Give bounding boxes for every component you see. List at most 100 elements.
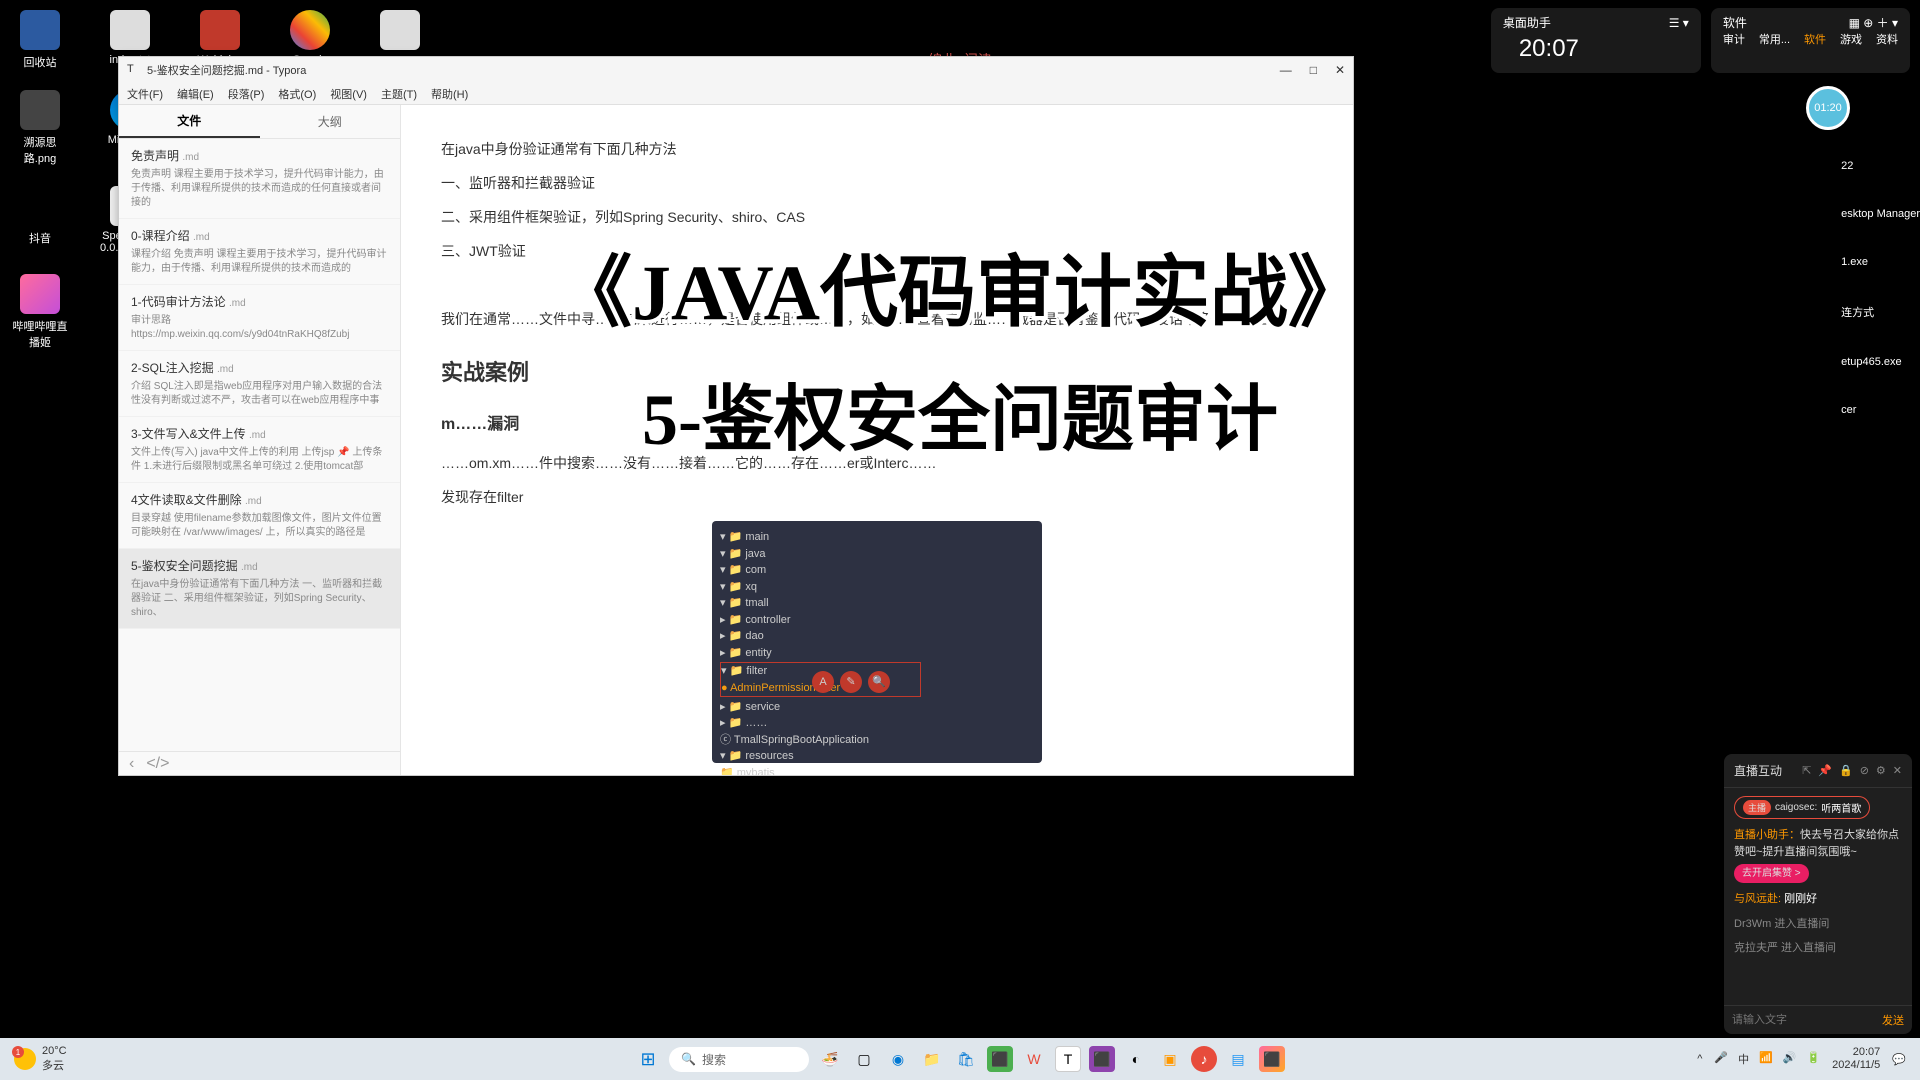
- tb-app-3[interactable]: ⬛: [1089, 1046, 1115, 1072]
- overlay-title-1: 《JAVA代码审计实战》: [554, 230, 1366, 342]
- tb-edge[interactable]: ◉: [885, 1046, 911, 1072]
- menu-theme[interactable]: 主题(T): [381, 86, 417, 102]
- tray-battery-icon[interactable]: 🔋: [1806, 1051, 1820, 1067]
- desktop-icon-bilibili[interactable]: 哔哩哔哩直播姬: [10, 274, 70, 350]
- live-input-row: 发送: [1724, 1005, 1912, 1034]
- search-icon: 🔍: [681, 1052, 696, 1066]
- live-start-like-button[interactable]: 去开启集赞 >: [1734, 864, 1809, 883]
- sidebar-file-item[interactable]: 4文件读取&文件删除 .md目录穿越 使用filename参数加载图像文件，图片…: [119, 483, 400, 549]
- sidebar-file-list: 免责声明 .md免责声明 课程主要用于技术学习，提升代码审计能力，由于传播、利用…: [119, 139, 400, 751]
- taskbar-clock[interactable]: 20:07 2024/11/5: [1832, 1046, 1880, 1072]
- search-icon: 🔍: [868, 671, 890, 693]
- minimize-button[interactable]: —: [1280, 63, 1292, 77]
- typora-menubar: 文件(F) 编辑(E) 段落(P) 格式(O) 视图(V) 主题(T) 帮助(H…: [119, 83, 1353, 105]
- menu-format[interactable]: 格式(O): [278, 86, 316, 102]
- menu-edit[interactable]: 编辑(E): [177, 86, 214, 102]
- widget-tabs: 审计 常用... 软件 游戏 资料: [1723, 31, 1898, 47]
- tab-data[interactable]: 资料: [1876, 31, 1898, 47]
- menu-help[interactable]: 帮助(H): [431, 86, 468, 102]
- sidebar-file-item[interactable]: 1-代码审计方法论 .md审计思路 https://mp.weixin.qq.c…: [119, 285, 400, 351]
- live-send-button[interactable]: 发送: [1882, 1012, 1904, 1028]
- sidebar-tab-outline[interactable]: 大纲: [260, 105, 401, 138]
- tray-mic-icon[interactable]: 🎤: [1714, 1051, 1728, 1067]
- desktop-icon-douyin[interactable]: 抖音: [10, 186, 70, 254]
- desktop-icon-trace[interactable]: 溯源思路.png: [10, 90, 70, 166]
- live-chat-panel: 直播互动 ⇱ 📌 🔒 ⊘ ⚙ ✕ 主播 caigosec: 听两首歌 直播小助手…: [1724, 754, 1912, 1034]
- tray-ime-icon[interactable]: 中: [1738, 1051, 1749, 1067]
- tb-chrome[interactable]: ◐: [1123, 1046, 1149, 1072]
- sidebar-file-item[interactable]: 3-文件写入&文件上传 .md文件上传(写入) java中文件上传的利用 上传j…: [119, 417, 400, 483]
- live-settings-icon[interactable]: ⚙: [1876, 764, 1886, 777]
- start-button[interactable]: ⊞: [635, 1046, 661, 1072]
- widget-grid-icon[interactable]: ▦ ⊕ ＋ ▾: [1849, 14, 1898, 31]
- tab-common[interactable]: 常用...: [1759, 31, 1790, 47]
- typora-titlebar[interactable]: T 5-鉴权安全问题挖掘.md - Typora — □ ✕: [119, 57, 1353, 83]
- tb-netease[interactable]: ♪: [1191, 1046, 1217, 1072]
- tb-app-4[interactable]: ▣: [1157, 1046, 1183, 1072]
- live-lock-icon[interactable]: 🔒: [1839, 764, 1853, 777]
- tb-store[interactable]: 🛍: [953, 1046, 979, 1072]
- back-icon[interactable]: ‹: [129, 755, 134, 773]
- tb-app-6[interactable]: ⬛: [1259, 1046, 1285, 1072]
- sidebar-file-item[interactable]: 0-课程介绍 .md课程介绍 免责声明 课程主要用于技术学习，提升代码审计能力，…: [119, 219, 400, 285]
- desktop-icon-recycle[interactable]: 回收站: [10, 10, 70, 70]
- typora-app-icon: T: [127, 63, 141, 77]
- live-close-icon[interactable]: ✕: [1893, 764, 1902, 777]
- sidebar-file-item[interactable]: 5-鉴权安全问题挖掘 .md在java中身份验证通常有下面几种方法 一、监听器和…: [119, 549, 400, 629]
- menu-view[interactable]: 视图(V): [330, 86, 367, 102]
- menu-file[interactable]: 文件(F): [127, 86, 163, 102]
- right-partial-icons: 22 esktop Manager 1.exe 连方式 etup465.exe …: [1841, 160, 1920, 416]
- tab-software[interactable]: 软件: [1804, 31, 1826, 47]
- taskbar: 1 20°C 多云 ⊞ 🔍 搜索 🍜 ▢ ◉ 📁 🛍 ⬛ W T ⬛ ◐ ▣ ♪…: [0, 1038, 1920, 1080]
- live-popout-icon[interactable]: ⇱: [1802, 764, 1811, 777]
- taskbar-center: ⊞ 🔍 搜索 🍜 ▢ ◉ 📁 🛍 ⬛ W T ⬛ ◐ ▣ ♪ ▤ ⬛: [635, 1046, 1285, 1072]
- tray-volume-icon[interactable]: 🔊: [1783, 1051, 1797, 1067]
- menu-paragraph[interactable]: 段落(P): [228, 86, 265, 102]
- live-body: 主播 caigosec: 听两首歌 直播小助手：快去号召大家给你点赞吧~提升直播…: [1724, 788, 1912, 1005]
- live-header: 直播互动 ⇱ 📌 🔒 ⊘ ⚙ ✕: [1724, 754, 1912, 788]
- live-helper-msg: 直播小助手：快去号召大家给你点赞吧~提升直播间氛围哦~ 去开启集赞 >: [1734, 827, 1902, 883]
- typora-sidebar: 文件 大纲 免责声明 .md免责声明 课程主要用于技术学习，提升代码审计能力，由…: [119, 105, 401, 775]
- live-title: 直播互动: [1734, 762, 1802, 779]
- maximize-button[interactable]: □: [1310, 63, 1317, 77]
- taskbar-weather[interactable]: 1 20°C 多云: [14, 1045, 67, 1073]
- taskbar-search[interactable]: 🔍 搜索: [669, 1047, 809, 1072]
- editor-code-screenshot: ▾ 📁 main ▾ 📁 java ▾ 📁 com ▾ 📁 xq ▾ 📁 tma…: [712, 521, 1042, 763]
- tab-audit[interactable]: 审计: [1723, 31, 1745, 47]
- editor-p2[interactable]: 一、监听器和拦截器验证: [441, 169, 1313, 197]
- tb-app-5[interactable]: ▤: [1225, 1046, 1251, 1072]
- editor-p3[interactable]: 二、采用组件框架验证，列如Spring Security、shiro、CAS: [441, 203, 1313, 231]
- tb-app-1[interactable]: 🍜: [817, 1046, 843, 1072]
- typora-title: 5-鉴权安全问题挖掘.md - Typora: [147, 62, 1280, 78]
- live-pin-icon[interactable]: 📌: [1818, 764, 1832, 777]
- widget-clock: 20:07: [1503, 31, 1689, 67]
- circle-timer[interactable]: 01:20: [1806, 86, 1850, 130]
- tb-explorer[interactable]: 📁: [919, 1046, 945, 1072]
- weather-icon: 1: [14, 1048, 36, 1070]
- live-msg-1: 与风远赴: 刚刚好: [1734, 891, 1902, 908]
- tb-app-2[interactable]: ⬛: [987, 1046, 1013, 1072]
- sidebar-tab-files[interactable]: 文件: [119, 105, 260, 138]
- widget-assistant[interactable]: 桌面助手 ☰ ▾ 20:07: [1491, 8, 1701, 73]
- tray-notification-icon[interactable]: 💬: [1892, 1053, 1906, 1066]
- tb-typora[interactable]: T: [1055, 1046, 1081, 1072]
- close-button[interactable]: ✕: [1335, 63, 1345, 77]
- sidebar-file-item[interactable]: 免责声明 .md免责声明 课程主要用于技术学习，提升代码审计能力，由于传播、利用…: [119, 139, 400, 219]
- code-icon[interactable]: </>: [146, 755, 169, 773]
- tray-wifi-icon[interactable]: 📶: [1759, 1051, 1773, 1067]
- live-filter-icon[interactable]: ⊘: [1860, 764, 1869, 777]
- live-text-input[interactable]: [1732, 1012, 1882, 1028]
- tb-wps[interactable]: W: [1021, 1046, 1047, 1072]
- editor-p7[interactable]: 发现存在filter: [441, 483, 1313, 511]
- widget-menu-icon[interactable]: ☰ ▾: [1669, 16, 1689, 30]
- screenshot-overlay-icons: A ✎ 🔍: [812, 671, 890, 693]
- tb-taskview[interactable]: ▢: [851, 1046, 877, 1072]
- ai-icon: A: [812, 671, 834, 693]
- widget-software[interactable]: 软件 ▦ ⊕ ＋ ▾ 审计 常用... 软件 游戏 资料: [1711, 8, 1910, 73]
- edit-icon: ✎: [840, 671, 862, 693]
- editor-p1[interactable]: 在java中身份验证通常有下面几种方法: [441, 135, 1313, 163]
- tray-chevron-icon[interactable]: ^: [1697, 1053, 1702, 1065]
- sidebar-file-item[interactable]: 2-SQL注入挖掘 .md介绍 SQL注入即是指web应用程序对用户输入数据的合…: [119, 351, 400, 417]
- tab-game[interactable]: 游戏: [1840, 31, 1862, 47]
- taskbar-right: ^ 🎤 中 📶 🔊 🔋 20:07 2024/11/5 💬: [1697, 1046, 1906, 1072]
